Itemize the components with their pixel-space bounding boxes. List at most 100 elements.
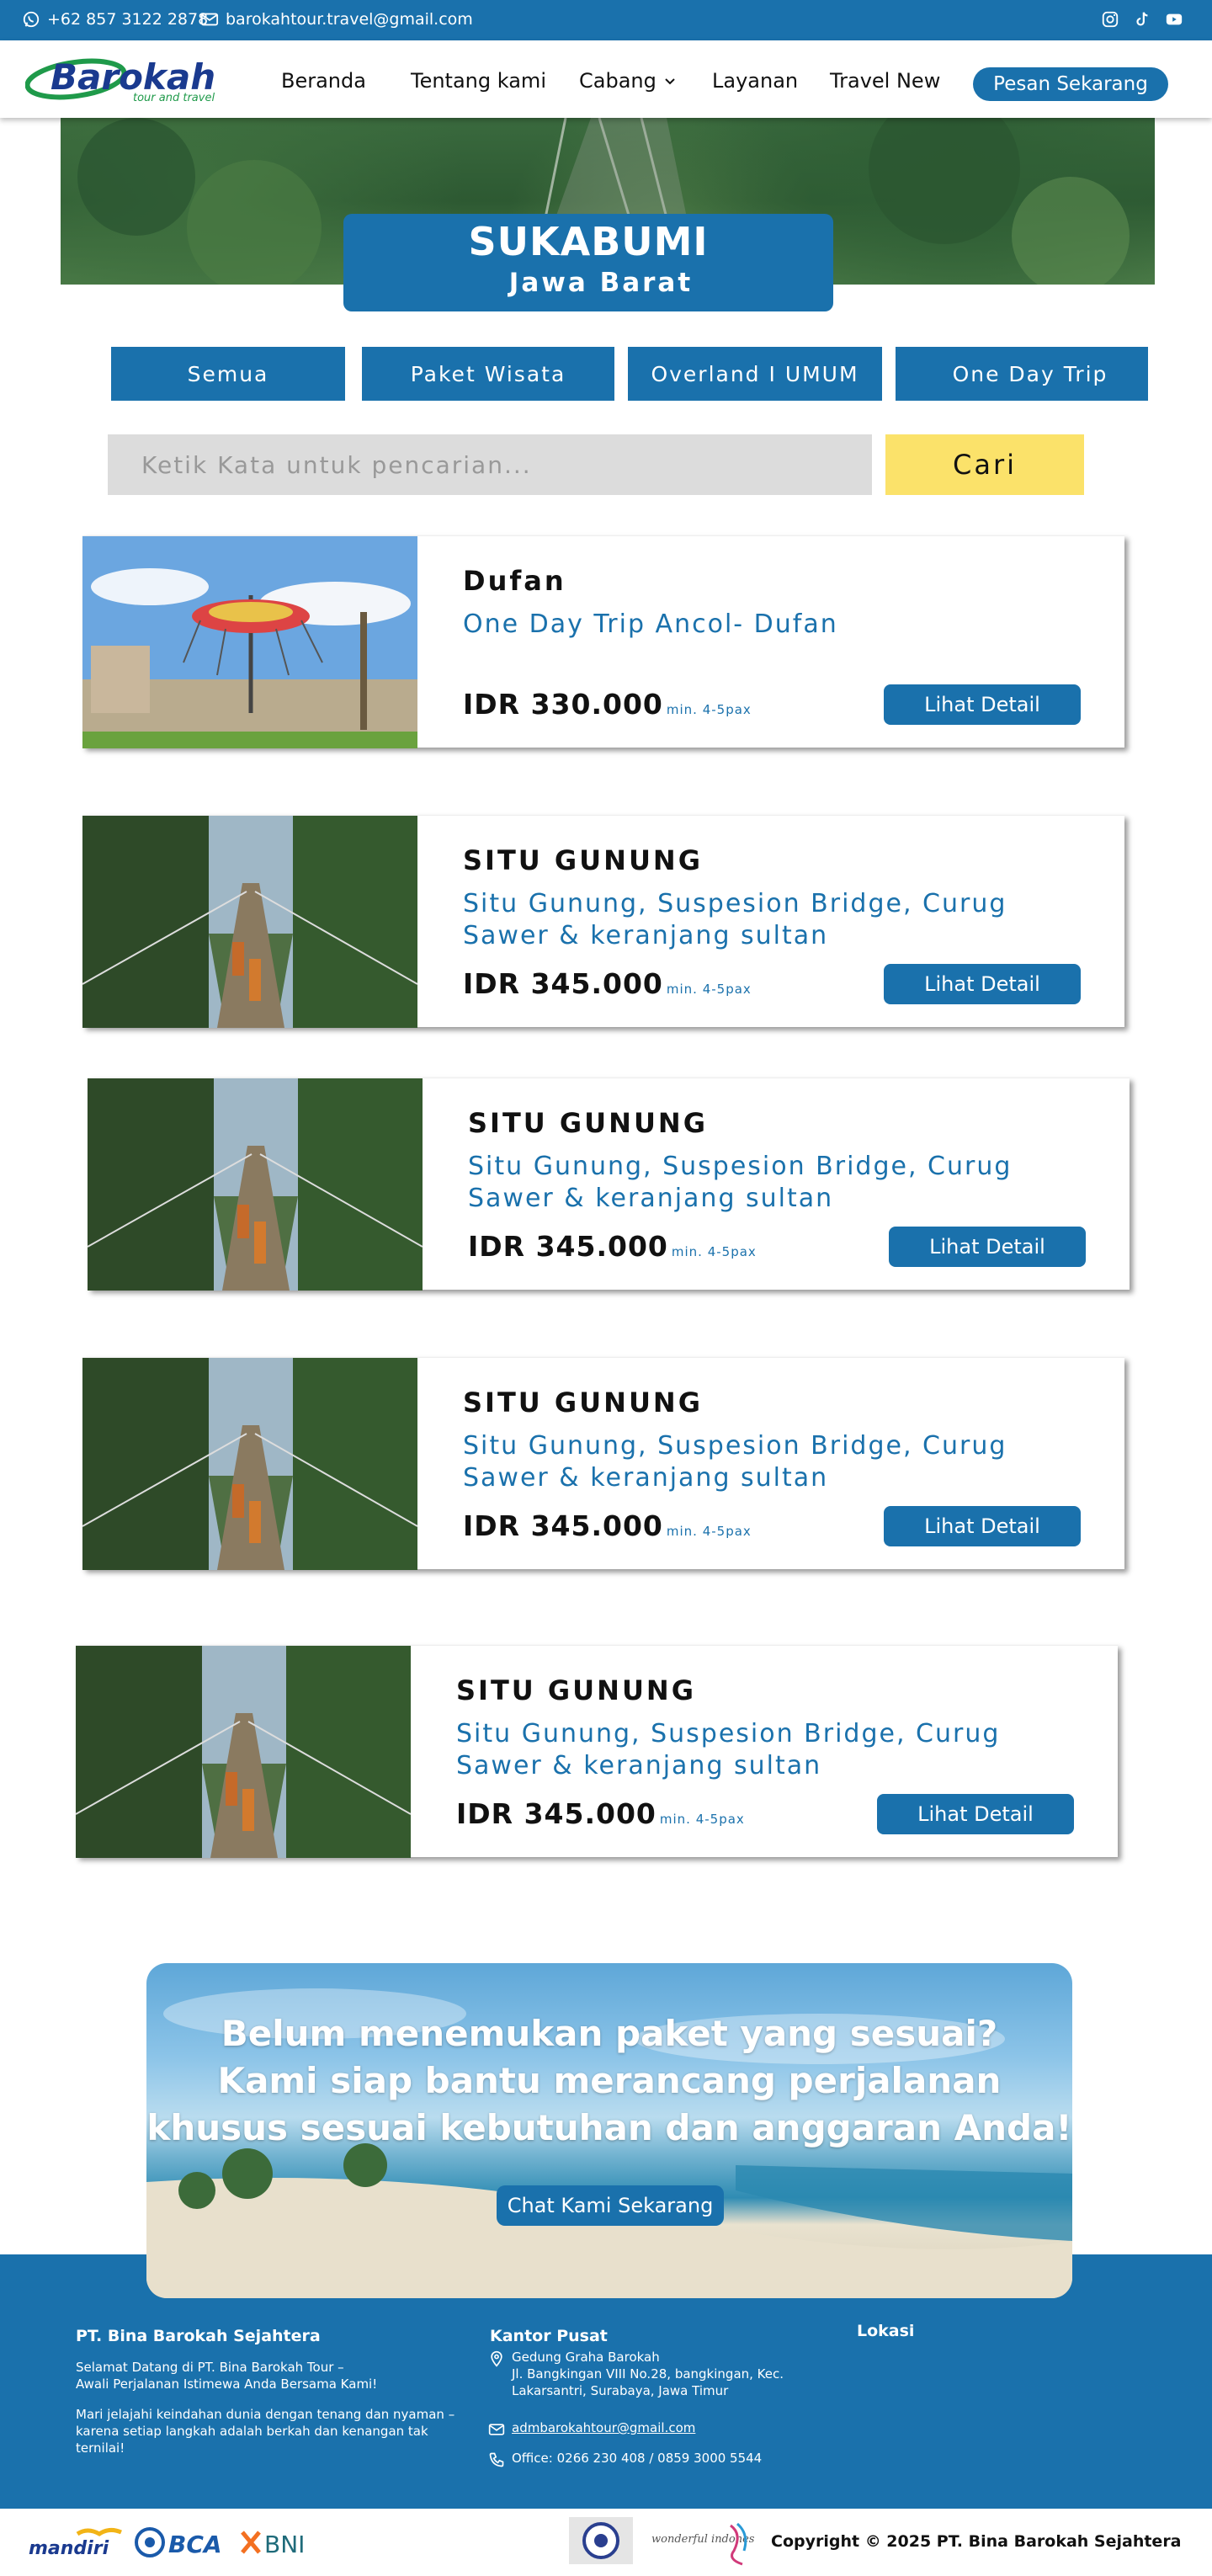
lihat-detail-button[interactable]: Lihat Detail <box>884 1506 1081 1546</box>
price-value: IDR 345.000 <box>468 1230 668 1263</box>
amusement-park-photo[interactable] <box>82 536 417 748</box>
nav-cabang[interactable]: Cabang <box>579 69 677 93</box>
mail-icon <box>488 2424 505 2435</box>
suspension-bridge-photo[interactable] <box>88 1078 423 1291</box>
footer-phone: Office: 0266 230 408 / 0859 3000 5544 <box>488 2450 762 2468</box>
cta-line: Kami siap bantu merancang perjalanan <box>217 2060 1002 2101</box>
navbar: Barokah tour and travel Beranda Tentang … <box>0 40 1212 118</box>
footer-email-link[interactable]: admbarokahtour@gmail.com <box>512 2419 695 2436</box>
wonderful-indonesia-text: wonderful indonesia <box>651 2533 754 2546</box>
package-card: SITU GUNUNG Situ Gunung, Suspesion Bridg… <box>82 1357 1124 1570</box>
card-price: IDR 345.000 min. 4-5pax <box>463 1509 752 1542</box>
card-description: One Day Trip Ancol- Dufan <box>463 609 838 639</box>
card-price: IDR 345.000 min. 4-5pax <box>456 1797 745 1830</box>
footer-address: Gedung Graha Barokah Jl. Bangkingan VIII… <box>488 2349 784 2399</box>
cta-line: khusus sesuai kebutuhan dan anggaran And… <box>146 2107 1072 2148</box>
bca-logo-text: BCA <box>168 2531 222 2558</box>
card-price: IDR 330.000 min. 4-5pax <box>463 688 752 721</box>
footer-office-heading: Kantor Pusat <box>490 2327 608 2345</box>
tab-paket-wisata[interactable]: Paket Wisata <box>362 347 614 401</box>
instagram-icon[interactable] <box>1101 10 1119 29</box>
chevron-down-icon <box>664 78 675 85</box>
bni-logo-text: BNI <box>264 2531 305 2558</box>
email-text: barokahtour.travel@gmail.com <box>226 10 473 29</box>
cta-line: Belum menemukan paket yang sesuai? <box>221 2013 998 2054</box>
cta-banner: Belum menemukan paket yang sesuai? Kami … <box>146 1963 1072 2298</box>
footer-about-line: karena setiap langkah adalah berkah dan … <box>76 2424 428 2439</box>
price-value: IDR 345.000 <box>456 1797 656 1830</box>
address-line: Lakarsantri, Surabaya, Jawa Timur <box>512 2383 729 2398</box>
suspension-bridge-photo[interactable] <box>82 1358 417 1570</box>
bca-logo: BCA <box>135 2527 222 2558</box>
footer-email[interactable]: admbarokahtour@gmail.com <box>488 2419 695 2438</box>
phone-contact[interactable]: +62 857 3122 2878 <box>22 10 208 29</box>
bottom-bar: mandiri BCA BNI wonderful indonesia Copy… <box>0 2509 1212 2576</box>
price-value: IDR 345.000 <box>463 967 663 1000</box>
wonderful-indonesia-logo: wonderful indonesia <box>651 2522 754 2566</box>
hero-title-box: SUKABUMI Jawa Barat <box>343 214 833 311</box>
card-description: Situ Gunung, Suspesion Bridge, Curug Saw… <box>463 1431 1007 1493</box>
lihat-detail-button[interactable]: Lihat Detail <box>889 1227 1086 1267</box>
card-description: Situ Gunung, Suspesion Bridge, Curug Saw… <box>468 1152 1013 1213</box>
tab-one-day-trip[interactable]: One Day Trip <box>896 347 1148 401</box>
cta-heading: Belum menemukan paket yang sesuai? Kami … <box>146 2010 1072 2152</box>
mandiri-logo: mandiri <box>29 2527 122 2559</box>
phone-text: +62 857 3122 2878 <box>47 10 209 29</box>
nav-layanan[interactable]: Layanan <box>712 69 798 93</box>
top-bar: +62 857 3122 2878 barokahtour.travel@gma… <box>0 0 1212 40</box>
pesan-sekarang-button[interactable]: Pesan Sekarang <box>973 67 1168 101</box>
bni-logo: BNI <box>241 2531 305 2558</box>
package-card: SITU GUNUNG Situ Gunung, Suspesion Bridg… <box>82 815 1124 1028</box>
nav-beranda[interactable]: Beranda <box>281 69 366 93</box>
location-pin-icon <box>491 2350 502 2367</box>
lihat-detail-button[interactable]: Lihat Detail <box>884 684 1081 725</box>
price-value: IDR 330.000 <box>463 688 663 721</box>
lihat-detail-button[interactable]: Lihat Detail <box>877 1794 1074 1834</box>
footer-company-name: PT. Bina Barokah Sejahtera <box>76 2327 321 2345</box>
tab-overland-umum[interactable]: Overland I UMUM <box>628 347 882 401</box>
min-pax: min. 4-5pax <box>671 1244 757 1259</box>
price-value: IDR 345.000 <box>463 1509 663 1542</box>
min-pax: min. 4-5pax <box>666 702 752 717</box>
search-input[interactable] <box>108 434 872 495</box>
footer-about-line: Mari jelajahi keindahan dunia dengan ten… <box>76 2407 455 2422</box>
package-card: SITU GUNUNG Situ Gunung, Suspesion Bridg… <box>88 1078 1130 1291</box>
footer-phone-text: Office: 0266 230 408 / 0859 3000 5544 <box>512 2451 763 2466</box>
logo[interactable]: Barokah tour and travel <box>24 52 219 104</box>
footer-location-heading: Lokasi <box>857 2322 915 2340</box>
logo-tagline: tour and travel <box>133 92 215 104</box>
card-title: Dufan <box>463 565 566 597</box>
hero-subtitle: Jawa Barat <box>508 268 694 298</box>
seal-icon <box>582 2522 619 2559</box>
phone-icon <box>489 2452 504 2467</box>
card-title: SITU GUNUNG <box>456 1674 696 1706</box>
card-title: SITU GUNUNG <box>468 1107 708 1139</box>
tab-semua[interactable]: Semua <box>111 347 345 401</box>
nav-travel-new[interactable]: Travel New <box>830 69 940 93</box>
suspension-bridge-photo[interactable] <box>76 1646 411 1858</box>
min-pax: min. 4-5pax <box>666 982 752 997</box>
suspension-bridge-photo[interactable] <box>82 816 417 1028</box>
lihat-detail-button[interactable]: Lihat Detail <box>884 964 1081 1004</box>
card-title: SITU GUNUNG <box>463 1386 703 1418</box>
package-card: SITU GUNUNG Situ Gunung, Suspesion Bridg… <box>76 1645 1118 1858</box>
email-contact[interactable]: barokahtour.travel@gmail.com <box>200 10 473 29</box>
footer-about-line: ternilai! <box>76 2440 125 2456</box>
footer-about-line: Selamat Datang di PT. Bina Barokah Tour … <box>76 2360 344 2375</box>
card-description: Situ Gunung, Suspesion Bridge, Curug Saw… <box>456 1719 1001 1780</box>
address-line: Jl. Bangkingan VIII No.28, bangkingan, K… <box>512 2366 784 2382</box>
association-badge <box>569 2517 633 2564</box>
mail-icon <box>200 13 219 26</box>
hero-title: SUKABUMI <box>468 219 709 264</box>
search-button[interactable]: Cari <box>885 434 1084 495</box>
min-pax: min. 4-5pax <box>659 1812 745 1827</box>
whatsapp-icon <box>23 11 40 28</box>
card-price: IDR 345.000 min. 4-5pax <box>463 967 752 1000</box>
tiktok-icon[interactable] <box>1133 10 1151 29</box>
chat-button[interactable]: Chat Kami Sekarang <box>497 2185 724 2226</box>
min-pax: min. 4-5pax <box>666 1524 752 1539</box>
logo-swoosh: Barokah tour and travel <box>24 56 215 104</box>
nav-tentang-kami[interactable]: Tentang kami <box>411 69 546 93</box>
youtube-icon[interactable] <box>1165 10 1183 29</box>
card-description: Situ Gunung, Suspesion Bridge, Curug Saw… <box>463 889 1007 950</box>
